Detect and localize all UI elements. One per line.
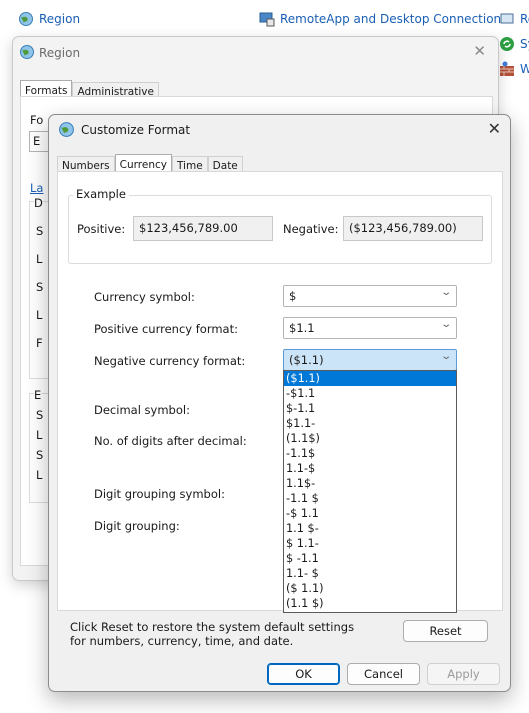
control-panel-item-label: RemoteApp and Desktop Connections (280, 12, 508, 26)
dropdown-option[interactable]: 1.1-$ (284, 461, 456, 476)
partial-label: S (36, 408, 44, 422)
negative-label: Negative: (283, 222, 339, 236)
partial-label: D (34, 196, 43, 210)
dialog-title: Customize Format (81, 123, 191, 137)
dropdown-option[interactable]: 1.1$- (284, 476, 456, 491)
partial-label: E (34, 388, 42, 402)
partial-label: L (36, 468, 43, 482)
control-panel-item-label: W (520, 62, 529, 76)
negative-format-dropdown-list[interactable]: ($1.1) -$1.1 $-1.1 $1.1- (1.1$) -1.1$ 1.… (283, 370, 457, 613)
reset-note: Click Reset to restore the system defaul… (70, 620, 355, 648)
dropdown-option[interactable]: ($ 1.1) (284, 581, 456, 596)
dropdown-option[interactable]: -1.1 $ (284, 491, 456, 506)
dropdown-option[interactable]: 1.1- $ (284, 566, 456, 581)
control-panel-item-firewall[interactable]: W (499, 61, 529, 77)
chevron-down-icon: ⌄ (439, 287, 452, 298)
window-title: Region (39, 46, 81, 60)
positive-label: Positive: (77, 222, 126, 236)
remoteapp-icon (500, 13, 514, 24)
close-icon[interactable]: ✕ (473, 42, 486, 60)
dropdown-option[interactable]: $ 1.1- (284, 536, 456, 551)
partial-link[interactable]: La (30, 181, 43, 195)
dropdown-option[interactable]: (1.1$) (284, 431, 456, 446)
dropdown-option[interactable]: $ -1.1 (284, 551, 456, 566)
partial-label: L (36, 308, 43, 322)
combo-value: $1.1 (289, 321, 315, 335)
dropdown-option[interactable]: ($1.1) (284, 371, 456, 386)
control-panel-item-label: Sy (520, 37, 529, 51)
cancel-button[interactable]: Cancel (347, 663, 420, 685)
dropdown-option[interactable]: $-1.1 (284, 401, 456, 416)
dropdown-option[interactable]: $1.1- (284, 416, 456, 431)
control-panel-item-label: Region (39, 12, 81, 26)
partial-label: F (36, 336, 43, 350)
negative-format-label: Negative currency format: (94, 354, 246, 368)
currency-symbol-label: Currency symbol: (94, 290, 195, 304)
close-icon[interactable]: ✕ (488, 119, 501, 138)
globe-icon (59, 122, 74, 137)
globe-icon (20, 45, 34, 59)
negative-example-value: ($123,456,789.00) (343, 216, 483, 241)
positive-format-combo[interactable]: $1.1 ⌄ (283, 317, 457, 339)
dropdown-option[interactable]: -$ 1.1 (284, 506, 456, 521)
globe-icon (19, 12, 33, 26)
combo-value: ($1.1) (289, 353, 324, 367)
control-panel-item-re[interactable]: Re (499, 11, 529, 27)
partial-label: L (36, 428, 43, 442)
combo-value: $ (289, 289, 297, 303)
positive-format-label: Positive currency format: (94, 322, 238, 336)
chevron-down-icon: ⌄ (439, 319, 452, 330)
dropdown-option[interactable]: 1.1 $- (284, 521, 456, 536)
control-panel-item-sync[interactable]: Sy (499, 36, 529, 52)
digits-after-decimal-label: No. of digits after decimal: (94, 434, 247, 448)
reset-button[interactable]: Reset (403, 620, 488, 642)
digit-grouping-label: Digit grouping: (94, 519, 180, 533)
windows-firewall-icon (500, 61, 514, 76)
control-panel-item-region[interactable]: Region (18, 11, 80, 27)
digit-grouping-symbol-label: Digit grouping symbol: (94, 487, 225, 501)
sync-center-icon (500, 37, 514, 51)
apply-button: Apply (427, 663, 500, 685)
positive-example-value: $123,456,789.00 (133, 216, 273, 241)
currency-symbol-combo[interactable]: $ ⌄ (283, 285, 457, 307)
dropdown-option[interactable]: -$1.1 (284, 386, 456, 401)
example-legend: Example (73, 187, 129, 201)
control-panel-item-label: Re (520, 12, 529, 26)
negative-format-combo[interactable]: ($1.1) ⌄ (283, 349, 457, 371)
control-panel-item-remoteapp[interactable]: RemoteApp and Desktop Connections (259, 11, 507, 27)
partial-label: S (36, 280, 44, 294)
partial-label: S (36, 224, 44, 238)
decimal-symbol-label: Decimal symbol: (94, 403, 190, 417)
remote-connection-icon (259, 12, 275, 27)
partial-label: S (36, 448, 44, 462)
partial-label: Fo (30, 113, 44, 127)
partial-label: L (36, 252, 43, 266)
ok-button[interactable]: OK (267, 663, 340, 685)
dropdown-option[interactable]: -1.1$ (284, 446, 456, 461)
dropdown-option[interactable]: (1.1 $) (284, 596, 456, 611)
chevron-down-icon: ⌄ (439, 351, 452, 362)
